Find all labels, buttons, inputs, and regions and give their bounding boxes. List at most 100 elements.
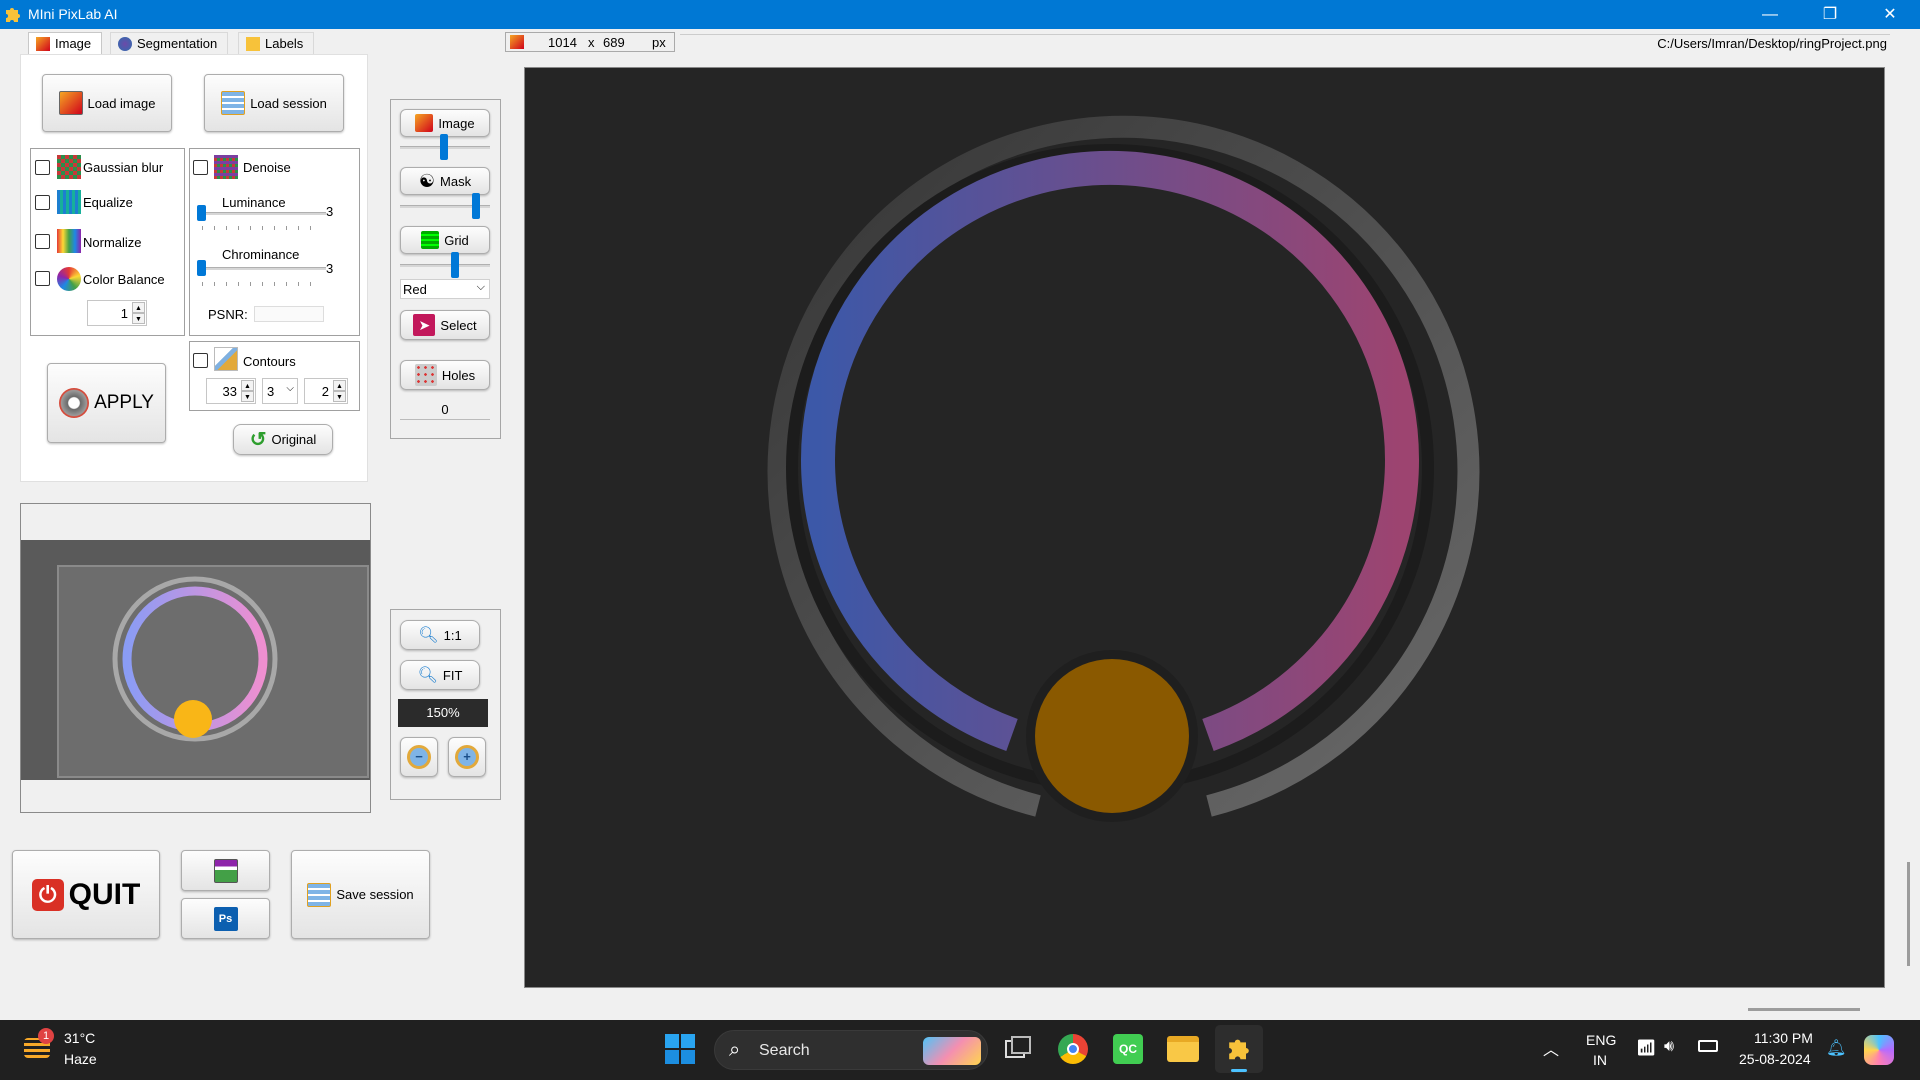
show-grid-button[interactable]: Grid <box>400 226 490 254</box>
minimize-button[interactable]: — <box>1740 0 1800 29</box>
image-tab-icon <box>36 37 50 51</box>
volume-icon[interactable]: 🔊︎ <box>1664 1038 1674 1056</box>
holes-count-value: 0 <box>441 402 449 417</box>
original-button[interactable]: ↺ Original <box>233 424 333 455</box>
denoise-icon <box>214 155 238 179</box>
weather-widget[interactable]: 1 <box>24 1028 54 1062</box>
equalize-checkbox[interactable] <box>35 195 50 210</box>
show-image-button[interactable]: Image <box>400 109 490 137</box>
holes-button[interactable]: Holes <box>400 360 490 390</box>
color-balance-checkbox[interactable] <box>35 271 50 286</box>
task-view-icon[interactable] <box>1003 1034 1033 1064</box>
spin-up-icon[interactable]: ▲ <box>333 380 346 391</box>
mask-opacity-handle[interactable] <box>472 193 480 219</box>
original-label: Original <box>271 432 317 447</box>
taskbar-search[interactable]: ⌕ Search <box>714 1030 988 1070</box>
fit-button[interactable]: 🔍︎ FIT <box>400 660 480 690</box>
taskbar: 1 31°C Haze ⌕ Search QC ︿ ENG IN 📶︎ 🔊︎ 1… <box>0 1020 1920 1080</box>
horizontal-scrollbar-thumb[interactable] <box>1748 1008 1860 1011</box>
tab-segmentation[interactable]: Segmentation <box>110 32 229 54</box>
tab-image[interactable]: Image <box>28 32 103 54</box>
equalize-label: Equalize <box>83 195 133 210</box>
title-bar: MIni PixLab AI — ❐ ✕ <box>0 0 1920 29</box>
grid-opacity-handle[interactable] <box>451 252 459 278</box>
notification-bell-icon[interactable]: 🔔︎ <box>1826 1038 1846 1058</box>
contours-mode-select[interactable]: 3 ⌵ <box>262 378 298 404</box>
battery-icon[interactable] <box>1698 1040 1718 1052</box>
zoom-out-icon: − <box>407 745 431 769</box>
denoise-checkbox[interactable] <box>193 160 208 175</box>
select-button[interactable]: ➤ Select <box>400 310 490 340</box>
clock-time[interactable]: 11:30 PM <box>1754 1030 1813 1046</box>
magnifier-icon: 🔍︎ <box>417 667 438 684</box>
image-height: 689 <box>603 35 625 50</box>
thumbnail-viewport[interactable] <box>57 565 369 778</box>
file-explorer-icon[interactable] <box>1167 1036 1199 1062</box>
tab-labels[interactable]: Labels <box>238 32 315 54</box>
export-tiff-button[interactable] <box>181 850 270 891</box>
file-path: C:/Users/Imran/Desktop/ringProject.png <box>1657 36 1887 51</box>
weather-condition: Haze <box>64 1051 97 1067</box>
show-mask-button[interactable]: ☯ Mask <box>400 167 490 195</box>
spin-up-icon[interactable]: ▲ <box>132 302 145 313</box>
region-label: IN <box>1593 1052 1607 1068</box>
psnr-field <box>254 306 324 322</box>
chrome-icon[interactable] <box>1058 1034 1088 1064</box>
language-label[interactable]: ENG <box>1586 1032 1616 1048</box>
contours-checkbox[interactable] <box>193 353 208 368</box>
close-button[interactable]: ✕ <box>1860 0 1920 29</box>
clock-date: 25-08-2024 <box>1739 1051 1811 1067</box>
grid-icon <box>421 231 440 249</box>
wifi-icon[interactable]: 📶︎ <box>1636 1038 1656 1058</box>
restore-button[interactable]: ❐ <box>1800 0 1860 29</box>
contours-thickness-spinbox[interactable]: 2 ▲ ▼ <box>304 378 348 404</box>
labels-tab-icon <box>246 37 260 51</box>
export-psd-button[interactable]: Ps <box>181 898 270 939</box>
quit-button[interactable]: ⏻ QUIT <box>12 850 160 939</box>
luminance-slider-handle[interactable] <box>197 205 206 221</box>
holes-label: Holes <box>441 367 476 383</box>
chrominance-slider-handle[interactable] <box>197 260 206 276</box>
luminance-slider-track[interactable] <box>198 212 326 215</box>
image-canvas[interactable] <box>524 67 1885 988</box>
image-opacity-handle[interactable] <box>440 134 448 160</box>
contours-icon <box>214 347 238 371</box>
vertical-scrollbar-thumb[interactable] <box>1907 862 1910 966</box>
chevron-up-icon[interactable]: ︿ <box>1543 1036 1559 1060</box>
load-session-icon <box>221 91 246 115</box>
copilot-icon[interactable] <box>1864 1035 1894 1065</box>
zoom-out-button[interactable]: − <box>400 737 438 777</box>
load-session-button[interactable]: Load session <box>204 74 344 132</box>
luminance-value: 3 <box>326 204 334 219</box>
gears-icon <box>59 388 90 418</box>
pixlab-taskbar-button[interactable] <box>1215 1025 1263 1073</box>
grid-opacity-slider[interactable] <box>400 264 490 267</box>
select-arrow-icon: ➤ <box>413 314 436 336</box>
normalize-checkbox[interactable] <box>35 234 50 249</box>
save-session-button[interactable]: Save session <box>291 850 430 939</box>
zoom-1-1-button[interactable]: 🔍︎ 1:1 <box>400 620 480 650</box>
spin-down-icon[interactable]: ▼ <box>132 313 145 324</box>
chrominance-slider-track[interactable] <box>198 267 326 270</box>
spin-up-icon[interactable]: ▲ <box>241 380 254 391</box>
contours-threshold-spinbox[interactable]: 33 ▲ ▼ <box>206 378 256 404</box>
search-highlight-icon <box>923 1037 981 1065</box>
gaussian-blur-checkbox[interactable] <box>35 160 50 175</box>
load-image-button[interactable]: Load image <box>42 74 172 132</box>
thumbnail-ring-image <box>112 576 278 742</box>
image-size-icon <box>510 35 524 49</box>
undo-arrow-icon: ↺ <box>249 428 267 451</box>
zoom-in-button[interactable]: + <box>448 737 486 777</box>
color-balance-spinbox[interactable]: 1 ▲ ▼ <box>87 300 147 326</box>
apply-label: APPLY <box>94 392 154 413</box>
tab-segmentation-label: Segmentation <box>137 36 218 51</box>
gaussian-blur-label: Gaussian blur <box>83 160 164 175</box>
tab-labels-label: Labels <box>265 36 304 51</box>
windows-start-icon[interactable] <box>664 1033 696 1065</box>
grid-color-select[interactable]: Red ⌵ <box>400 279 490 299</box>
apply-button[interactable]: APPLY <box>47 363 166 443</box>
spin-down-icon[interactable]: ▼ <box>241 391 254 402</box>
spin-down-icon[interactable]: ▼ <box>333 391 346 402</box>
color-balance-label: Color Balance <box>83 272 165 287</box>
qt-creator-icon[interactable]: QC <box>1113 1034 1143 1064</box>
